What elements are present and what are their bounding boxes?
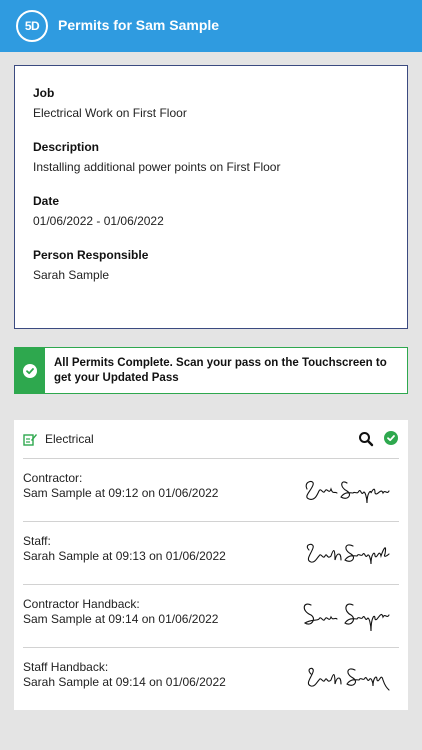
date-label: Date	[33, 194, 60, 208]
person-responsible-value: Sarah Sample	[33, 268, 110, 282]
signature-image	[306, 543, 390, 565]
check-circle-icon	[23, 363, 37, 378]
permit-card: Electrical Contractor: Sam Sample at 09:…	[14, 420, 408, 710]
signature-row-contractor: Contractor: Sam Sample at 09:12 on 01/06…	[23, 458, 399, 521]
date-value: 01/06/2022 - 01/06/2022	[33, 214, 164, 228]
permit-title: Electrical	[45, 432, 94, 446]
signature-detail: Sarah Sample at 09:13 on 01/06/2022	[23, 549, 226, 563]
description-label: Description	[33, 140, 100, 154]
description-field: Description Installing additional power …	[33, 140, 407, 174]
signature-role: Staff:	[23, 534, 51, 548]
person-responsible-field: Person Responsible Sarah Sample	[33, 248, 407, 282]
page-title: Permits for Sam Sample	[58, 17, 220, 33]
job-details-card: Job Electrical Work on First Floor Descr…	[14, 65, 408, 329]
signature-row-staff-handback: Staff Handback: Sarah Sample at 09:14 on…	[23, 647, 399, 710]
edit-document-icon	[23, 434, 37, 446]
signature-row-contractor-handback: Contractor Handback: Sam Sample at 09:14…	[23, 584, 399, 647]
permit-header[interactable]: Electrical	[14, 420, 408, 458]
job-field: Job Electrical Work on First Floor	[33, 86, 407, 120]
app-logo: 5D	[16, 10, 48, 42]
check-circle-icon	[384, 431, 398, 445]
search-icon[interactable]	[358, 431, 374, 447]
signature-detail: Sarah Sample at 09:14 on 01/06/2022	[23, 675, 226, 689]
signature-image	[305, 480, 390, 504]
signature-detail: Sam Sample at 09:12 on 01/06/2022	[23, 486, 219, 500]
signature-detail: Sam Sample at 09:14 on 01/06/2022	[23, 612, 219, 626]
permits-complete-banner: All Permits Complete. Scan your pass on …	[14, 347, 408, 394]
banner-message: All Permits Complete. Scan your pass on …	[54, 356, 387, 384]
banner-accent	[15, 348, 45, 393]
logo-text: 5D	[24, 19, 40, 33]
description-value: Installing additional power points on Fi…	[33, 160, 281, 174]
signature-role: Staff Handback:	[23, 660, 109, 674]
signature-role: Contractor Handback:	[23, 597, 140, 611]
date-field: Date 01/06/2022 - 01/06/2022	[33, 194, 407, 228]
job-label: Job	[33, 86, 55, 100]
signature-role: Contractor:	[23, 471, 83, 485]
signature-image	[307, 667, 390, 691]
signature-row-staff: Staff: Sarah Sample at 09:13 on 01/06/20…	[23, 521, 399, 584]
job-value: Electrical Work on First Floor	[33, 106, 187, 120]
signature-image	[303, 603, 390, 632]
person-responsible-label: Person Responsible	[33, 248, 149, 262]
app-bar: 5D Permits for Sam Sample	[0, 0, 422, 52]
